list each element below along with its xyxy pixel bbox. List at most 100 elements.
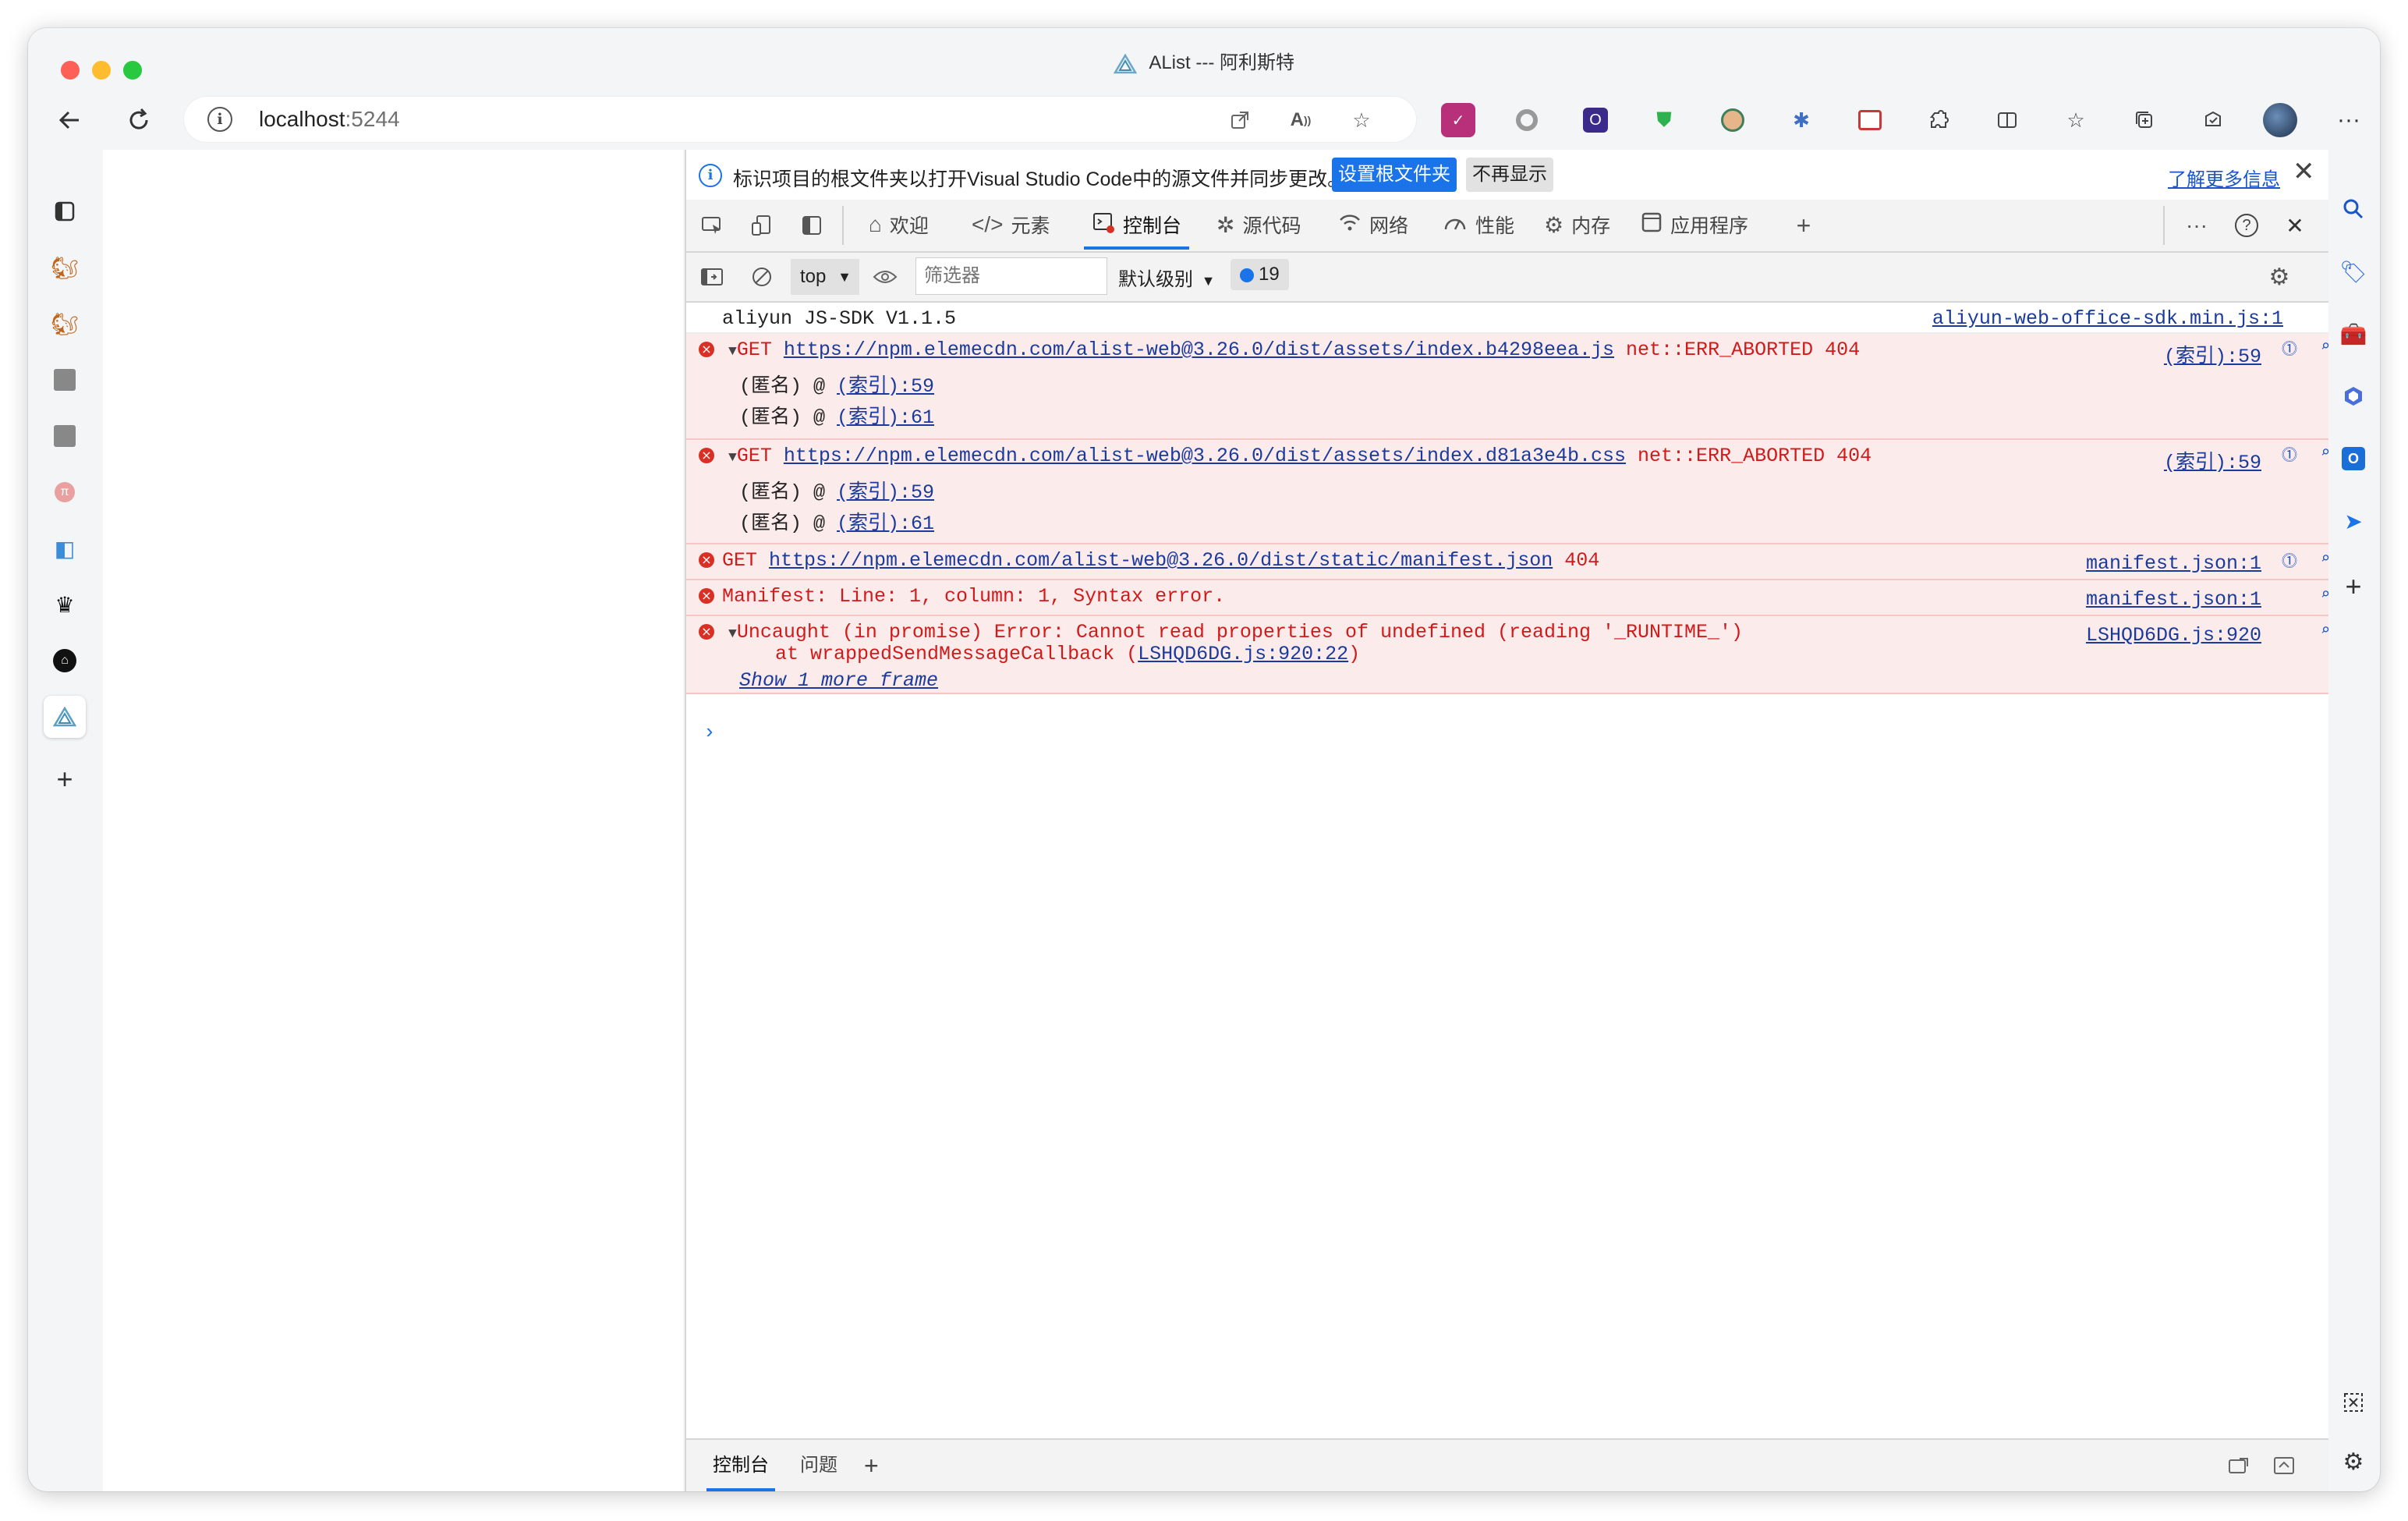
tab-actions-icon[interactable] bbox=[44, 190, 86, 232]
tab-alist-active[interactable] bbox=[44, 696, 86, 738]
sidebar-search-icon[interactable] bbox=[2335, 190, 2372, 228]
expand-triangle-icon[interactable]: ▼ bbox=[728, 450, 737, 466]
extension-shield-icon[interactable]: ⛊ bbox=[1647, 103, 1681, 137]
favorite-star-icon[interactable]: ☆ bbox=[1346, 105, 1377, 136]
tab-sources[interactable]: ✲ 源代码 bbox=[1216, 200, 1301, 250]
error-suffix: net::ERR_ABORTED 404 bbox=[1638, 445, 1872, 467]
reload-button[interactable] bbox=[117, 98, 161, 142]
sidebar-office-icon[interactable] bbox=[2335, 378, 2372, 415]
extensions-icon[interactable] bbox=[1921, 103, 1956, 137]
tab-network[interactable]: 网络 bbox=[1338, 200, 1408, 250]
console-prompt-chevron-icon[interactable]: › bbox=[703, 721, 716, 744]
error-url-link[interactable]: https://npm.elemecdn.com/alist-web@3.26.… bbox=[769, 549, 1553, 572]
sidebar-screenshot-icon[interactable] bbox=[2335, 1384, 2372, 1421]
tab-welcome[interactable]: ⌂ 欢迎 bbox=[869, 200, 929, 250]
address-bar[interactable]: i localhost:5244 A)) ☆ bbox=[184, 97, 1416, 142]
back-button[interactable] bbox=[48, 98, 92, 142]
log-level-selector[interactable]: 默认级别 ▼ bbox=[1118, 264, 1216, 291]
drawer-tab-issues[interactable]: 问题 bbox=[800, 1440, 837, 1491]
console-settings-gear-icon[interactable]: ⚙ bbox=[2265, 262, 2294, 292]
stack-link[interactable]: (索引):61 bbox=[837, 512, 934, 535]
extension-avatar-icon[interactable] bbox=[1716, 103, 1750, 137]
sidebar-outlook-icon[interactable]: O bbox=[2335, 440, 2372, 477]
network-request-icon[interactable]: ⓵ bbox=[2280, 342, 2299, 360]
error-source-link[interactable]: manifest.json:1 bbox=[2086, 552, 2261, 575]
tab-github-icon[interactable]: ⌂ bbox=[44, 640, 86, 682]
extension-window-icon[interactable] bbox=[1853, 103, 1887, 137]
stack-link[interactable]: (索引):61 bbox=[837, 406, 934, 429]
tab-memory[interactable]: ⚙ 内存 bbox=[1544, 200, 1610, 250]
tab-performance[interactable]: 性能 bbox=[1443, 200, 1514, 250]
tab-crown-icon[interactable]: ♛ bbox=[44, 583, 86, 626]
set-root-folder-button[interactable]: 设置根文件夹 bbox=[1332, 158, 1457, 192]
settings-more-button[interactable]: ··· bbox=[2332, 103, 2366, 137]
issues-counter[interactable]: 19 bbox=[1231, 259, 1289, 290]
stack-link[interactable]: (索引):59 bbox=[837, 481, 934, 504]
tab-sources-label: 源代码 bbox=[1242, 215, 1301, 237]
infobar-close-icon[interactable]: ✕ bbox=[2293, 156, 2315, 187]
dock-drawer-icon[interactable] bbox=[2224, 1451, 2254, 1480]
log-source-link[interactable]: aliyun-web-office-sdk.min.js:1 bbox=[1932, 307, 2283, 330]
error-url-link[interactable]: https://npm.elemecdn.com/alist-web@3.26.… bbox=[784, 445, 1626, 467]
console-filter-input[interactable] bbox=[915, 257, 1107, 295]
learn-more-link[interactable]: 了解更多信息 bbox=[2168, 164, 2280, 191]
tab-cube-icon[interactable]: ◧ bbox=[44, 527, 86, 569]
expand-triangle-icon[interactable]: ▼ bbox=[728, 626, 737, 642]
split-screen-icon[interactable] bbox=[1990, 103, 2024, 137]
sidebar-add-icon[interactable]: + bbox=[2335, 568, 2372, 605]
customize-more-icon[interactable]: ··· bbox=[2182, 211, 2211, 240]
error-source-link[interactable]: (索引):59 bbox=[2164, 446, 2261, 474]
live-expression-eye-icon[interactable] bbox=[870, 262, 900, 292]
dont-show-again-button[interactable]: 不再显示 bbox=[1466, 158, 1553, 192]
error-header: ▼GET https://npm.elemecdn.com/alist-web@… bbox=[728, 445, 1872, 467]
tab-elements[interactable]: </> 元素 bbox=[972, 200, 1050, 250]
show-more-frames-link[interactable]: Show 1 more frame bbox=[739, 669, 938, 692]
drawer-tab-console[interactable]: 控制台 bbox=[706, 1440, 775, 1491]
network-request-icon[interactable]: ⓵ bbox=[2280, 554, 2299, 573]
extension-translate-icon[interactable]: ✓ bbox=[1441, 103, 1475, 137]
close-devtools-icon[interactable]: ✕ bbox=[2280, 211, 2310, 240]
error-source-link[interactable]: LSHQD6DG.js:920 bbox=[2086, 624, 2261, 647]
new-tab-plus-icon[interactable]: + bbox=[44, 758, 86, 800]
extension-onenote-icon[interactable]: O bbox=[1578, 103, 1613, 137]
tab-console[interactable]: 控制台 bbox=[1084, 200, 1190, 250]
stack-link[interactable]: (索引):59 bbox=[837, 375, 934, 398]
sidebar-send-icon[interactable]: ➤ bbox=[2335, 502, 2372, 540]
read-aloud-icon[interactable]: A)) bbox=[1285, 105, 1316, 136]
tab-pi-icon[interactable]: π bbox=[44, 471, 86, 513]
tab-file-icon[interactable] bbox=[44, 359, 86, 401]
tab-application[interactable]: 应用程序 bbox=[1641, 200, 1748, 250]
site-info-icon[interactable]: i bbox=[207, 107, 232, 132]
expand-triangle-icon[interactable]: ▼ bbox=[728, 344, 737, 360]
stack-link[interactable]: LSHQD6DG.js:920:22 bbox=[1138, 643, 1348, 665]
tab-file-2-icon[interactable] bbox=[44, 415, 86, 457]
console-sidebar-icon[interactable] bbox=[697, 262, 727, 292]
error-source-link[interactable]: manifest.json:1 bbox=[2086, 588, 2261, 611]
error-url-link[interactable]: https://npm.elemecdn.com/alist-web@3.26.… bbox=[784, 339, 1614, 361]
tab-squirrel-2-icon[interactable]: 🐿 bbox=[44, 303, 86, 345]
sidebar-tag-icon[interactable]: 🏷 bbox=[2335, 253, 2372, 290]
favorites-icon[interactable]: ☆ bbox=[2059, 103, 2093, 137]
sidebar-settings-gear-icon[interactable]: ⚙ bbox=[2335, 1443, 2372, 1480]
sidebar-tools-icon[interactable]: 🧰 bbox=[2335, 315, 2372, 353]
tab-squirrel-icon[interactable]: 🐿 bbox=[44, 246, 86, 289]
error-source-link[interactable]: (索引):59 bbox=[2164, 340, 2261, 368]
clear-console-icon[interactable] bbox=[747, 262, 777, 292]
more-tools-plus-icon[interactable]: + bbox=[1789, 211, 1818, 240]
extension-puzzle-blue-icon[interactable]: ✱ bbox=[1784, 103, 1818, 137]
device-emulation-icon[interactable] bbox=[747, 211, 777, 240]
open-in-app-icon[interactable] bbox=[1224, 105, 1255, 136]
profile-avatar[interactable] bbox=[2263, 103, 2297, 137]
network-request-icon[interactable]: ⓵ bbox=[2280, 448, 2299, 466]
toggle-sidebar-icon[interactable] bbox=[797, 211, 827, 240]
context-selector[interactable]: top ▼ bbox=[791, 259, 859, 295]
collections-icon[interactable] bbox=[2127, 103, 2162, 137]
drawer-add-tab-icon[interactable]: + bbox=[864, 1440, 879, 1491]
url-text[interactable]: localhost:5244 bbox=[259, 107, 400, 132]
inspect-element-icon[interactable] bbox=[697, 211, 727, 240]
infobar-text: 标识项目的根文件夹以打开Visual Studio Code中的源文件并同步更改… bbox=[733, 168, 1347, 190]
extension-circle-icon[interactable] bbox=[1510, 103, 1544, 137]
collapse-drawer-icon[interactable] bbox=[2269, 1451, 2299, 1480]
browser-essentials-icon[interactable] bbox=[2196, 103, 2230, 137]
help-icon[interactable]: ? bbox=[2232, 211, 2261, 240]
